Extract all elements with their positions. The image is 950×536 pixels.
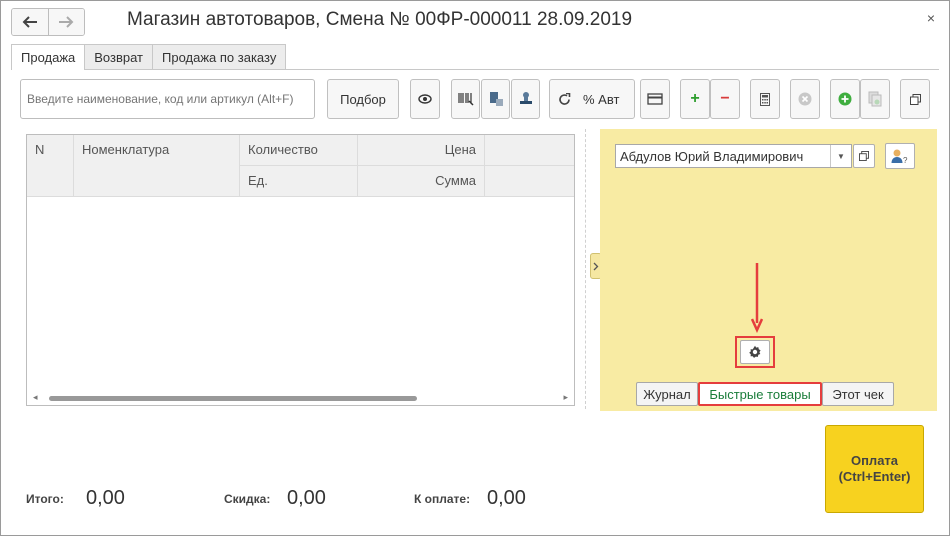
discount-label: Скидка: xyxy=(224,492,271,506)
discount-value: 0,00 xyxy=(287,487,326,509)
to-pay-value: 0,00 xyxy=(487,487,526,509)
view-button[interactable] xyxy=(410,79,440,119)
card-reader-icon xyxy=(489,92,503,106)
eye-icon xyxy=(418,94,432,104)
payment-card-button[interactable] xyxy=(640,79,670,119)
external-window-icon xyxy=(859,151,869,161)
tab-sale[interactable]: Продажа xyxy=(11,44,86,70)
close-icon[interactable]: × xyxy=(927,10,935,26)
external-window-icon xyxy=(909,93,921,105)
chevron-right-icon xyxy=(593,262,599,270)
to-pay-label: К оплате: xyxy=(414,492,471,506)
main-tabs: Продажа Возврат Продажа по заказу xyxy=(11,44,287,70)
annotation-arrow-icon xyxy=(751,263,763,333)
tab-return[interactable]: Возврат xyxy=(84,44,154,69)
column-n-header[interactable]: N xyxy=(27,135,74,197)
scroll-left-icon[interactable]: ◂ xyxy=(33,392,38,403)
column-price-header[interactable]: Цена xyxy=(358,135,485,166)
column-extra-subheader xyxy=(485,166,574,197)
chevron-down-icon[interactable]: ▼ xyxy=(830,145,851,167)
documents-icon xyxy=(868,91,882,107)
pay-button-label: Оплата xyxy=(850,453,899,468)
tab-this-receipt[interactable]: Этот чек xyxy=(822,382,894,406)
cancel-circle-icon xyxy=(798,92,812,106)
calculator-button[interactable] xyxy=(750,79,780,119)
column-unit-header[interactable]: Ед. xyxy=(240,166,358,197)
tab-journal[interactable]: Журнал xyxy=(636,382,698,406)
quick-goods-settings-button[interactable] xyxy=(740,340,770,364)
auto-discount-label: % Авт xyxy=(583,91,620,107)
horizontal-scrollbar[interactable]: ◂ ▸ xyxy=(27,391,574,405)
documents-button[interactable] xyxy=(860,79,890,119)
quick-goods-panel: Абдулов Юрий Владимирович ▼ ? Журнал Быс… xyxy=(600,129,937,411)
cancel-button[interactable] xyxy=(790,79,820,119)
cashier-select[interactable]: Абдулов Юрий Владимирович ▼ xyxy=(615,144,852,168)
panel-divider xyxy=(585,129,586,409)
calculator-icon xyxy=(760,92,770,106)
cashier-help-button[interactable]: ? xyxy=(885,143,915,169)
open-cashier-button[interactable] xyxy=(853,144,875,168)
stamp-button[interactable] xyxy=(511,79,540,119)
credit-card-icon xyxy=(647,93,663,105)
column-extra-header xyxy=(485,135,574,166)
user-help-icon: ? xyxy=(891,149,908,164)
decrease-quantity-button[interactable]: − xyxy=(710,79,740,119)
pos-window: Магазин автотоваров, Смена № 00ФР-000011… xyxy=(0,0,950,536)
tabs-divider xyxy=(11,69,939,70)
tab-sale-by-order[interactable]: Продажа по заказу xyxy=(152,44,287,69)
column-sum-header[interactable]: Сумма xyxy=(358,166,485,197)
goods-table[interactable]: N Номенклатура Количество Цена Ед. Сумма… xyxy=(26,134,575,406)
add-button[interactable] xyxy=(830,79,860,119)
arrow-right-icon xyxy=(59,16,74,28)
cashier-name: Абдулов Юрий Владимирович xyxy=(620,148,804,164)
svg-text:?: ? xyxy=(903,156,908,164)
total-label: Итого: xyxy=(26,492,64,506)
tab-quick-goods[interactable]: Быстрые товары xyxy=(698,382,822,406)
column-nomenclature-header[interactable]: Номенклатура xyxy=(74,135,240,197)
card-reader-button[interactable] xyxy=(481,79,510,119)
back-button[interactable] xyxy=(12,9,48,35)
window-title: Магазин автотоваров, Смена № 00ФР-000011… xyxy=(127,9,633,30)
pay-button-shortcut: (Ctrl+Enter) xyxy=(838,469,911,484)
add-circle-icon xyxy=(838,92,852,106)
search-input[interactable] xyxy=(20,79,315,119)
arrow-left-icon xyxy=(22,16,37,28)
open-new-window-button[interactable] xyxy=(900,79,930,119)
barcode-button[interactable] xyxy=(451,79,480,119)
scrollbar-thumb[interactable] xyxy=(49,396,417,401)
stamp-icon xyxy=(519,92,532,104)
scroll-right-icon[interactable]: ▸ xyxy=(563,392,568,403)
auto-discount-button[interactable]: % Авт xyxy=(549,79,635,119)
navigation-buttons xyxy=(11,8,85,36)
barcode-icon xyxy=(457,93,474,106)
refresh-icon xyxy=(559,92,571,105)
total-value: 0,00 xyxy=(86,487,125,509)
settings-highlight xyxy=(735,336,775,368)
pay-button[interactable]: Оплата (Ctrl+Enter) xyxy=(825,425,924,513)
gear-icon xyxy=(749,345,761,358)
increase-quantity-button[interactable]: + xyxy=(680,79,710,119)
column-quantity-header[interactable]: Количество xyxy=(240,135,358,166)
forward-button[interactable] xyxy=(47,9,84,35)
podbor-button[interactable]: Подбор xyxy=(327,79,399,119)
